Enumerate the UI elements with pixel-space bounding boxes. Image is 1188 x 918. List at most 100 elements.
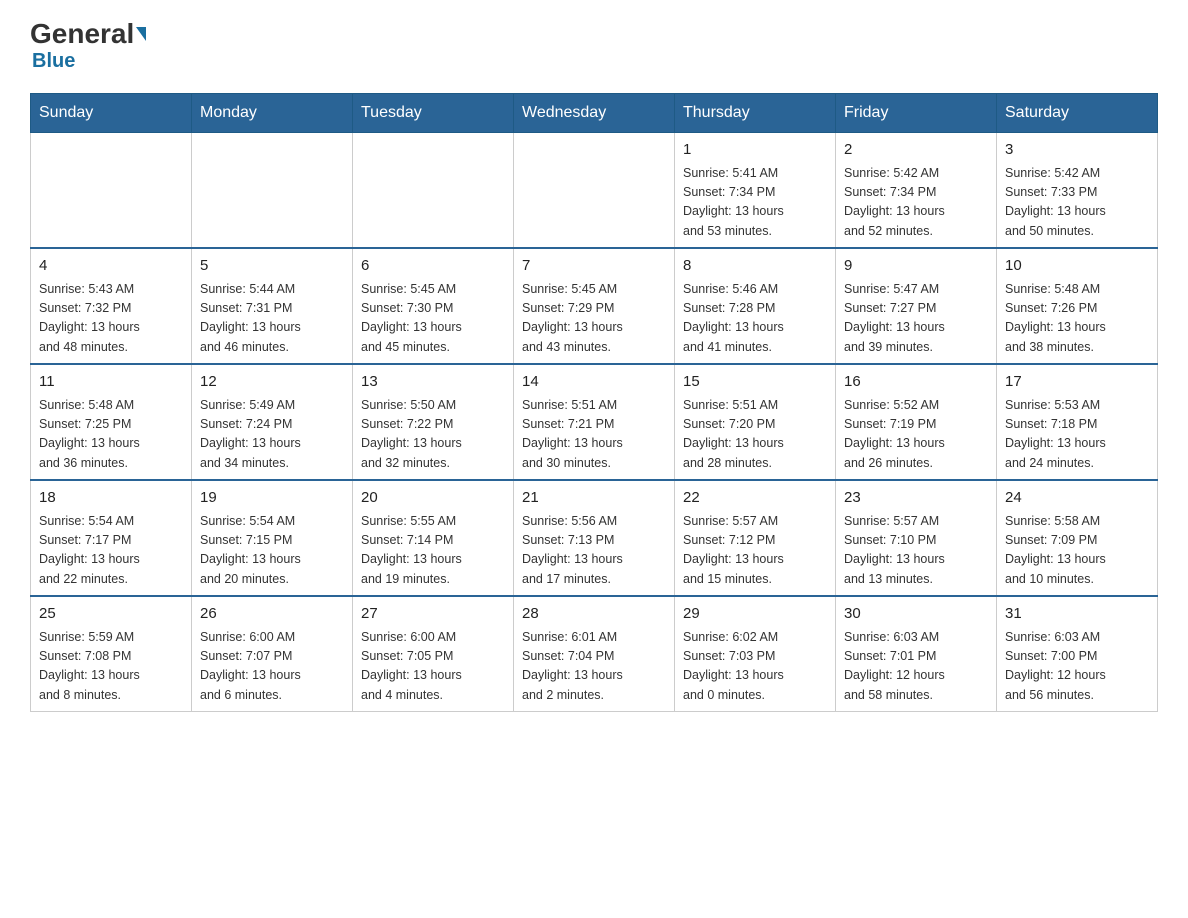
day-info: Sunrise: 6:02 AM Sunset: 7:03 PM Dayligh… [683,628,827,706]
calendar-cell: 11Sunrise: 5:48 AM Sunset: 7:25 PM Dayli… [31,364,192,480]
day-info: Sunrise: 6:03 AM Sunset: 7:00 PM Dayligh… [1005,628,1149,706]
day-info: Sunrise: 5:43 AM Sunset: 7:32 PM Dayligh… [39,280,183,358]
day-number: 28 [522,603,666,626]
logo-blue-text: Blue [32,50,75,73]
page-header: General Blue [30,20,1158,73]
calendar-cell: 24Sunrise: 5:58 AM Sunset: 7:09 PM Dayli… [997,480,1158,596]
calendar-cell: 23Sunrise: 5:57 AM Sunset: 7:10 PM Dayli… [836,480,997,596]
calendar-header-row: SundayMondayTuesdayWednesdayThursdayFrid… [31,94,1158,133]
day-info: Sunrise: 6:01 AM Sunset: 7:04 PM Dayligh… [522,628,666,706]
day-info: Sunrise: 5:57 AM Sunset: 7:12 PM Dayligh… [683,512,827,590]
day-info: Sunrise: 5:48 AM Sunset: 7:25 PM Dayligh… [39,396,183,474]
day-info: Sunrise: 5:42 AM Sunset: 7:34 PM Dayligh… [844,164,988,242]
day-number: 9 [844,255,988,278]
day-number: 14 [522,371,666,394]
day-info: Sunrise: 5:42 AM Sunset: 7:33 PM Dayligh… [1005,164,1149,242]
calendar-cell: 4Sunrise: 5:43 AM Sunset: 7:32 PM Daylig… [31,248,192,364]
day-number: 8 [683,255,827,278]
day-number: 31 [1005,603,1149,626]
calendar-week-row: 25Sunrise: 5:59 AM Sunset: 7:08 PM Dayli… [31,596,1158,712]
calendar-cell: 20Sunrise: 5:55 AM Sunset: 7:14 PM Dayli… [353,480,514,596]
day-info: Sunrise: 5:44 AM Sunset: 7:31 PM Dayligh… [200,280,344,358]
calendar-cell: 26Sunrise: 6:00 AM Sunset: 7:07 PM Dayli… [192,596,353,712]
calendar-cell: 31Sunrise: 6:03 AM Sunset: 7:00 PM Dayli… [997,596,1158,712]
day-number: 17 [1005,371,1149,394]
day-info: Sunrise: 5:54 AM Sunset: 7:17 PM Dayligh… [39,512,183,590]
column-header-tuesday: Tuesday [353,94,514,133]
calendar-cell: 1Sunrise: 5:41 AM Sunset: 7:34 PM Daylig… [675,133,836,249]
day-number: 18 [39,487,183,510]
day-number: 6 [361,255,505,278]
day-number: 10 [1005,255,1149,278]
day-info: Sunrise: 5:57 AM Sunset: 7:10 PM Dayligh… [844,512,988,590]
day-number: 5 [200,255,344,278]
day-number: 22 [683,487,827,510]
day-number: 15 [683,371,827,394]
day-number: 29 [683,603,827,626]
day-info: Sunrise: 5:55 AM Sunset: 7:14 PM Dayligh… [361,512,505,590]
day-number: 7 [522,255,666,278]
day-number: 25 [39,603,183,626]
calendar-cell: 22Sunrise: 5:57 AM Sunset: 7:12 PM Dayli… [675,480,836,596]
day-number: 23 [844,487,988,510]
calendar-week-row: 1Sunrise: 5:41 AM Sunset: 7:34 PM Daylig… [31,133,1158,249]
column-header-friday: Friday [836,94,997,133]
day-info: Sunrise: 5:46 AM Sunset: 7:28 PM Dayligh… [683,280,827,358]
calendar-cell [31,133,192,249]
day-info: Sunrise: 5:56 AM Sunset: 7:13 PM Dayligh… [522,512,666,590]
calendar-cell: 6Sunrise: 5:45 AM Sunset: 7:30 PM Daylig… [353,248,514,364]
calendar-cell: 25Sunrise: 5:59 AM Sunset: 7:08 PM Dayli… [31,596,192,712]
day-number: 11 [39,371,183,394]
day-number: 12 [200,371,344,394]
day-info: Sunrise: 5:47 AM Sunset: 7:27 PM Dayligh… [844,280,988,358]
day-number: 21 [522,487,666,510]
column-header-thursday: Thursday [675,94,836,133]
day-info: Sunrise: 6:03 AM Sunset: 7:01 PM Dayligh… [844,628,988,706]
calendar-cell: 12Sunrise: 5:49 AM Sunset: 7:24 PM Dayli… [192,364,353,480]
day-number: 26 [200,603,344,626]
day-number: 27 [361,603,505,626]
calendar-cell: 16Sunrise: 5:52 AM Sunset: 7:19 PM Dayli… [836,364,997,480]
day-info: Sunrise: 5:45 AM Sunset: 7:30 PM Dayligh… [361,280,505,358]
day-info: Sunrise: 5:49 AM Sunset: 7:24 PM Dayligh… [200,396,344,474]
day-number: 1 [683,139,827,162]
day-info: Sunrise: 5:48 AM Sunset: 7:26 PM Dayligh… [1005,280,1149,358]
day-number: 13 [361,371,505,394]
day-info: Sunrise: 5:41 AM Sunset: 7:34 PM Dayligh… [683,164,827,242]
day-info: Sunrise: 6:00 AM Sunset: 7:05 PM Dayligh… [361,628,505,706]
logo-triangle-icon [136,27,146,41]
logo-general-text: General [30,20,146,48]
calendar-cell: 13Sunrise: 5:50 AM Sunset: 7:22 PM Dayli… [353,364,514,480]
day-number: 4 [39,255,183,278]
calendar-cell [514,133,675,249]
column-header-saturday: Saturday [997,94,1158,133]
day-info: Sunrise: 5:58 AM Sunset: 7:09 PM Dayligh… [1005,512,1149,590]
calendar-week-row: 11Sunrise: 5:48 AM Sunset: 7:25 PM Dayli… [31,364,1158,480]
calendar-cell: 14Sunrise: 5:51 AM Sunset: 7:21 PM Dayli… [514,364,675,480]
day-info: Sunrise: 5:45 AM Sunset: 7:29 PM Dayligh… [522,280,666,358]
day-number: 19 [200,487,344,510]
calendar-cell: 9Sunrise: 5:47 AM Sunset: 7:27 PM Daylig… [836,248,997,364]
day-number: 16 [844,371,988,394]
day-number: 2 [844,139,988,162]
day-info: Sunrise: 5:52 AM Sunset: 7:19 PM Dayligh… [844,396,988,474]
day-number: 3 [1005,139,1149,162]
day-number: 30 [844,603,988,626]
day-info: Sunrise: 5:51 AM Sunset: 7:20 PM Dayligh… [683,396,827,474]
calendar-cell: 21Sunrise: 5:56 AM Sunset: 7:13 PM Dayli… [514,480,675,596]
calendar-cell: 5Sunrise: 5:44 AM Sunset: 7:31 PM Daylig… [192,248,353,364]
calendar-cell: 15Sunrise: 5:51 AM Sunset: 7:20 PM Dayli… [675,364,836,480]
calendar-cell: 8Sunrise: 5:46 AM Sunset: 7:28 PM Daylig… [675,248,836,364]
day-info: Sunrise: 5:54 AM Sunset: 7:15 PM Dayligh… [200,512,344,590]
column-header-monday: Monday [192,94,353,133]
calendar-week-row: 4Sunrise: 5:43 AM Sunset: 7:32 PM Daylig… [31,248,1158,364]
day-number: 20 [361,487,505,510]
calendar-cell: 2Sunrise: 5:42 AM Sunset: 7:34 PM Daylig… [836,133,997,249]
calendar-cell: 18Sunrise: 5:54 AM Sunset: 7:17 PM Dayli… [31,480,192,596]
day-info: Sunrise: 5:51 AM Sunset: 7:21 PM Dayligh… [522,396,666,474]
day-info: Sunrise: 6:00 AM Sunset: 7:07 PM Dayligh… [200,628,344,706]
logo: General Blue [30,20,146,73]
day-info: Sunrise: 5:53 AM Sunset: 7:18 PM Dayligh… [1005,396,1149,474]
day-info: Sunrise: 5:50 AM Sunset: 7:22 PM Dayligh… [361,396,505,474]
day-number: 24 [1005,487,1149,510]
